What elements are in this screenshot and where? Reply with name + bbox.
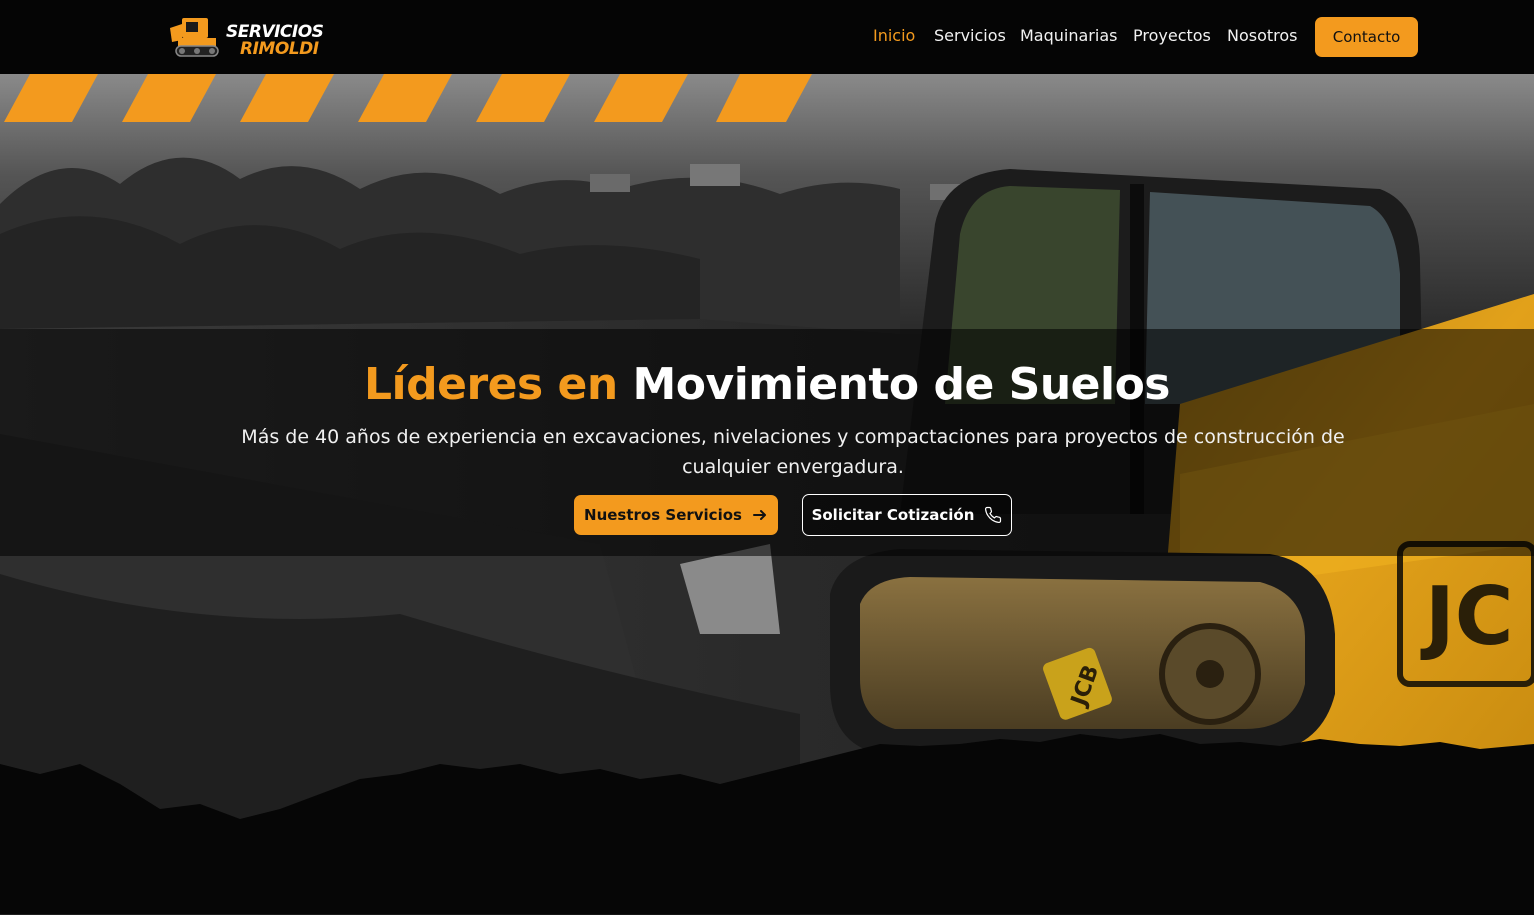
hero-section: JC JCB Líderes en Movimiento de Suelos M…: [0, 74, 1534, 915]
skid-steer-loader-icon: [170, 18, 219, 57]
hero-title: Líderes en Movimiento de Suelos: [0, 359, 1534, 410]
nuestros-servicios-button[interactable]: Nuestros Servicios: [574, 495, 778, 535]
contact-button[interactable]: Contacto: [1315, 17, 1418, 57]
solicitar-cotizacion-label: Solicitar Cotización: [811, 506, 975, 524]
nav-item-proyectos[interactable]: Proyectos: [1133, 26, 1211, 45]
nav-item-nosotros[interactable]: Nosotros: [1227, 26, 1298, 45]
brand-name-line2: RIMOLDI: [240, 39, 319, 59]
nav-item-inicio[interactable]: Inicio: [873, 26, 915, 45]
nuestros-servicios-label: Nuestros Servicios: [584, 506, 742, 524]
navbar: SERVICIOS RIMOLDI Inicio Servicios Maqui…: [0, 0, 1534, 74]
svg-text:JC: JC: [1420, 570, 1513, 663]
phone-icon: [985, 506, 1002, 524]
arrow-right-icon: [752, 510, 766, 520]
solicitar-cotizacion-button[interactable]: Solicitar Cotización: [802, 494, 1012, 536]
nav-item-maquinarias[interactable]: Maquinarias: [1020, 26, 1117, 45]
hero-title-accent: Líderes en: [364, 359, 618, 410]
nav-item-servicios[interactable]: Servicios: [934, 26, 1006, 45]
brand-logo[interactable]: SERVICIOS RIMOLDI: [168, 12, 338, 62]
hero-title-rest: Movimiento de Suelos: [632, 359, 1171, 410]
hero-subtitle: Más de 40 años de experiencia en excavac…: [241, 426, 1345, 478]
